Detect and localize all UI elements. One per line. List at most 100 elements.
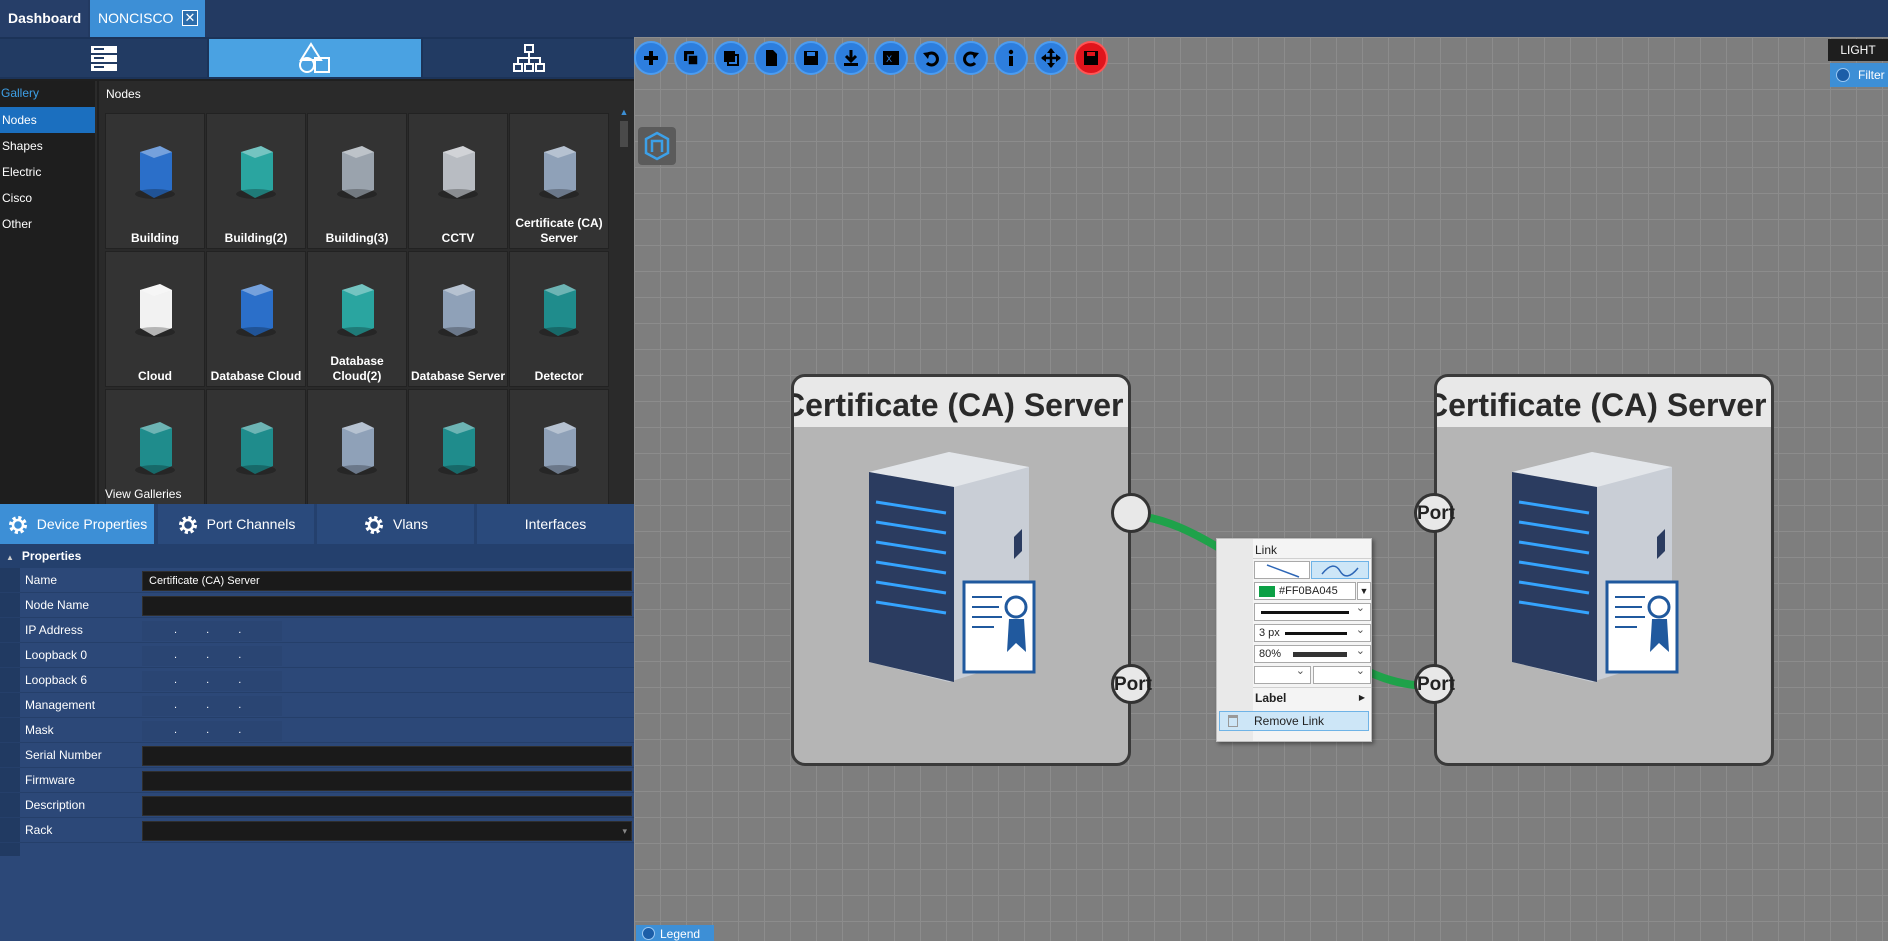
ip-address-input[interactable]: . . .	[142, 721, 282, 741]
gallery-item[interactable]: Detector	[509, 251, 609, 387]
gallery-nav-shapes[interactable]: Shapes	[0, 133, 95, 159]
property-key: Loopback 6	[25, 673, 88, 687]
menu-label-item[interactable]: Label ▶	[1253, 687, 1371, 707]
view-galleries-link[interactable]: View Galleries	[105, 487, 181, 501]
gallery-title: Gallery	[1, 86, 40, 100]
gallery-item-label: Detector	[534, 369, 584, 383]
node-thumbnail-icon	[332, 280, 382, 338]
collapse-triangle-icon[interactable]: ▲	[6, 553, 14, 562]
chevron-down-icon	[642, 927, 655, 940]
scroll-thumb[interactable]	[620, 121, 628, 147]
hierarchy-icon	[512, 44, 545, 72]
gallery-item[interactable]: Database Cloud(2)	[307, 251, 407, 387]
diagram-canvas[interactable]: X LIGHT Filter Certificate (CA) Server C…	[634, 37, 1888, 941]
gallery-item-label: Certificate (CA) Server	[515, 216, 603, 245]
diagram-node[interactable]: Certificate (CA) Server	[1434, 374, 1774, 766]
trash-icon	[1228, 715, 1238, 727]
gallery-item[interactable]: Database Server	[408, 251, 508, 387]
property-key: Loopback 0	[25, 648, 88, 662]
left-panel: Gallery Nodes Shapes Electric Cisco Othe…	[0, 37, 634, 941]
gallery-item[interactable]: Building(2)	[206, 113, 306, 249]
topology-mode-button[interactable]	[423, 39, 634, 77]
gallery-nav-nodes[interactable]: Nodes	[0, 107, 95, 133]
rack-select[interactable]	[142, 821, 632, 841]
node-thumbnail-icon	[534, 142, 584, 200]
gallery-scrollbar[interactable]: ▲ ▼	[617, 107, 631, 527]
property-row: Mask . . .	[0, 718, 634, 743]
gallery-header: Nodes	[106, 87, 141, 101]
property-value-input[interactable]	[142, 596, 632, 616]
close-icon[interactable]: ✕	[182, 10, 198, 26]
straight-line-button[interactable]	[1254, 561, 1310, 579]
line-style-dropdown[interactable]	[1254, 601, 1371, 621]
gallery-nav-electric[interactable]: Electric	[0, 159, 95, 185]
gallery-item[interactable]: Building(3)	[307, 113, 407, 249]
property-row: Firmware	[0, 768, 634, 793]
property-value-input[interactable]	[142, 771, 632, 791]
certificate-server-icon	[869, 452, 1036, 682]
color-swatch	[1259, 586, 1275, 597]
gallery-item[interactable]: CCTV	[408, 113, 508, 249]
shapes-icon	[299, 42, 330, 73]
opacity-value: 80%	[1259, 648, 1282, 660]
submenu-arrow-icon: ▶	[1358, 693, 1365, 702]
diagram-node[interactable]: Certificate (CA) Server	[791, 374, 1131, 766]
node-thumbnail-icon	[231, 418, 281, 476]
end-arrow-dropdown[interactable]	[1313, 664, 1371, 684]
property-row: IP Address . . .	[0, 618, 634, 643]
property-value-input[interactable]	[142, 746, 632, 766]
gallery-item-label: Database Cloud	[210, 369, 302, 383]
properties-section-header[interactable]: ▲ Properties	[0, 544, 634, 568]
tab-port-channels[interactable]: Port Channels	[158, 504, 314, 544]
line-width-dropdown[interactable]: 3 px	[1254, 622, 1371, 642]
start-arrow-dropdown[interactable]	[1254, 664, 1311, 684]
gallery-item-label: CCTV	[441, 231, 475, 245]
ip-address-input[interactable]: . . .	[142, 671, 282, 691]
port-empty[interactable]	[1111, 493, 1151, 533]
gallery-item[interactable]: Certificate (CA) Server	[509, 113, 609, 249]
ip-address-input[interactable]: . . .	[142, 646, 282, 666]
node-thumbnail-icon	[231, 280, 281, 338]
port[interactable]: Port	[1414, 664, 1455, 704]
properties-panel: ▲ Properties Name Certificate (CA) Server N…	[0, 544, 634, 941]
gallery-item-label: Database Cloud(2)	[330, 354, 384, 383]
color-dropdown-button[interactable]: ▼	[1357, 582, 1371, 600]
property-row: Name Certificate (CA) Server	[0, 568, 634, 593]
property-row: Description	[0, 793, 634, 818]
gallery-item[interactable]: Database Cloud	[206, 251, 306, 387]
port[interactable]: Port	[1414, 493, 1455, 533]
gallery-item-label: Database Server	[410, 369, 506, 383]
gallery-item-label: Building(3)	[325, 231, 389, 245]
ip-address-input[interactable]: . . .	[142, 696, 282, 716]
devices-mode-button[interactable]	[0, 39, 207, 77]
gallery-item-label: Cloud	[138, 369, 172, 383]
property-value-input[interactable]	[142, 796, 632, 816]
gallery-nav-cisco[interactable]: Cisco	[0, 185, 95, 211]
link-color-field[interactable]: #FF0BA045	[1254, 582, 1356, 600]
curved-line-button[interactable]	[1311, 561, 1369, 579]
property-row: Serial Number	[0, 743, 634, 768]
tab-interfaces[interactable]: Interfaces	[477, 504, 634, 544]
tab-noncisco[interactable]: NONCISCO ✕	[90, 0, 205, 37]
certificate-server-icon	[1512, 452, 1679, 682]
gallery-item-label: Building	[131, 231, 179, 245]
tab-device-properties[interactable]: Device Properties	[0, 504, 154, 544]
shapes-mode-button[interactable]	[209, 39, 421, 77]
tab-vlans-label: Vlans	[392, 516, 429, 532]
legend-button[interactable]: Legend	[636, 925, 714, 941]
scroll-up-icon[interactable]: ▲	[619, 107, 629, 117]
tab-vlans[interactable]: Vlans	[317, 504, 474, 544]
gallery-nav-other[interactable]: Other	[0, 211, 95, 237]
port[interactable]: Port	[1111, 664, 1152, 704]
node-thumbnail-icon	[130, 142, 180, 200]
remove-link-item[interactable]: Remove Link	[1219, 711, 1369, 731]
node-thumbnail-icon	[433, 418, 483, 476]
ip-address-input[interactable]: . . .	[142, 621, 282, 641]
opacity-dropdown[interactable]: 80%	[1254, 643, 1371, 663]
property-value-input[interactable]: Certificate (CA) Server	[142, 571, 632, 591]
gallery-item[interactable]: Building	[105, 113, 205, 249]
tab-dashboard[interactable]: Dashboard	[0, 0, 88, 37]
gallery-item[interactable]: Cloud	[105, 251, 205, 387]
property-tabs: Device Properties Port Channels Vlans In…	[0, 504, 634, 544]
line-width-value: 3 px	[1259, 627, 1280, 639]
